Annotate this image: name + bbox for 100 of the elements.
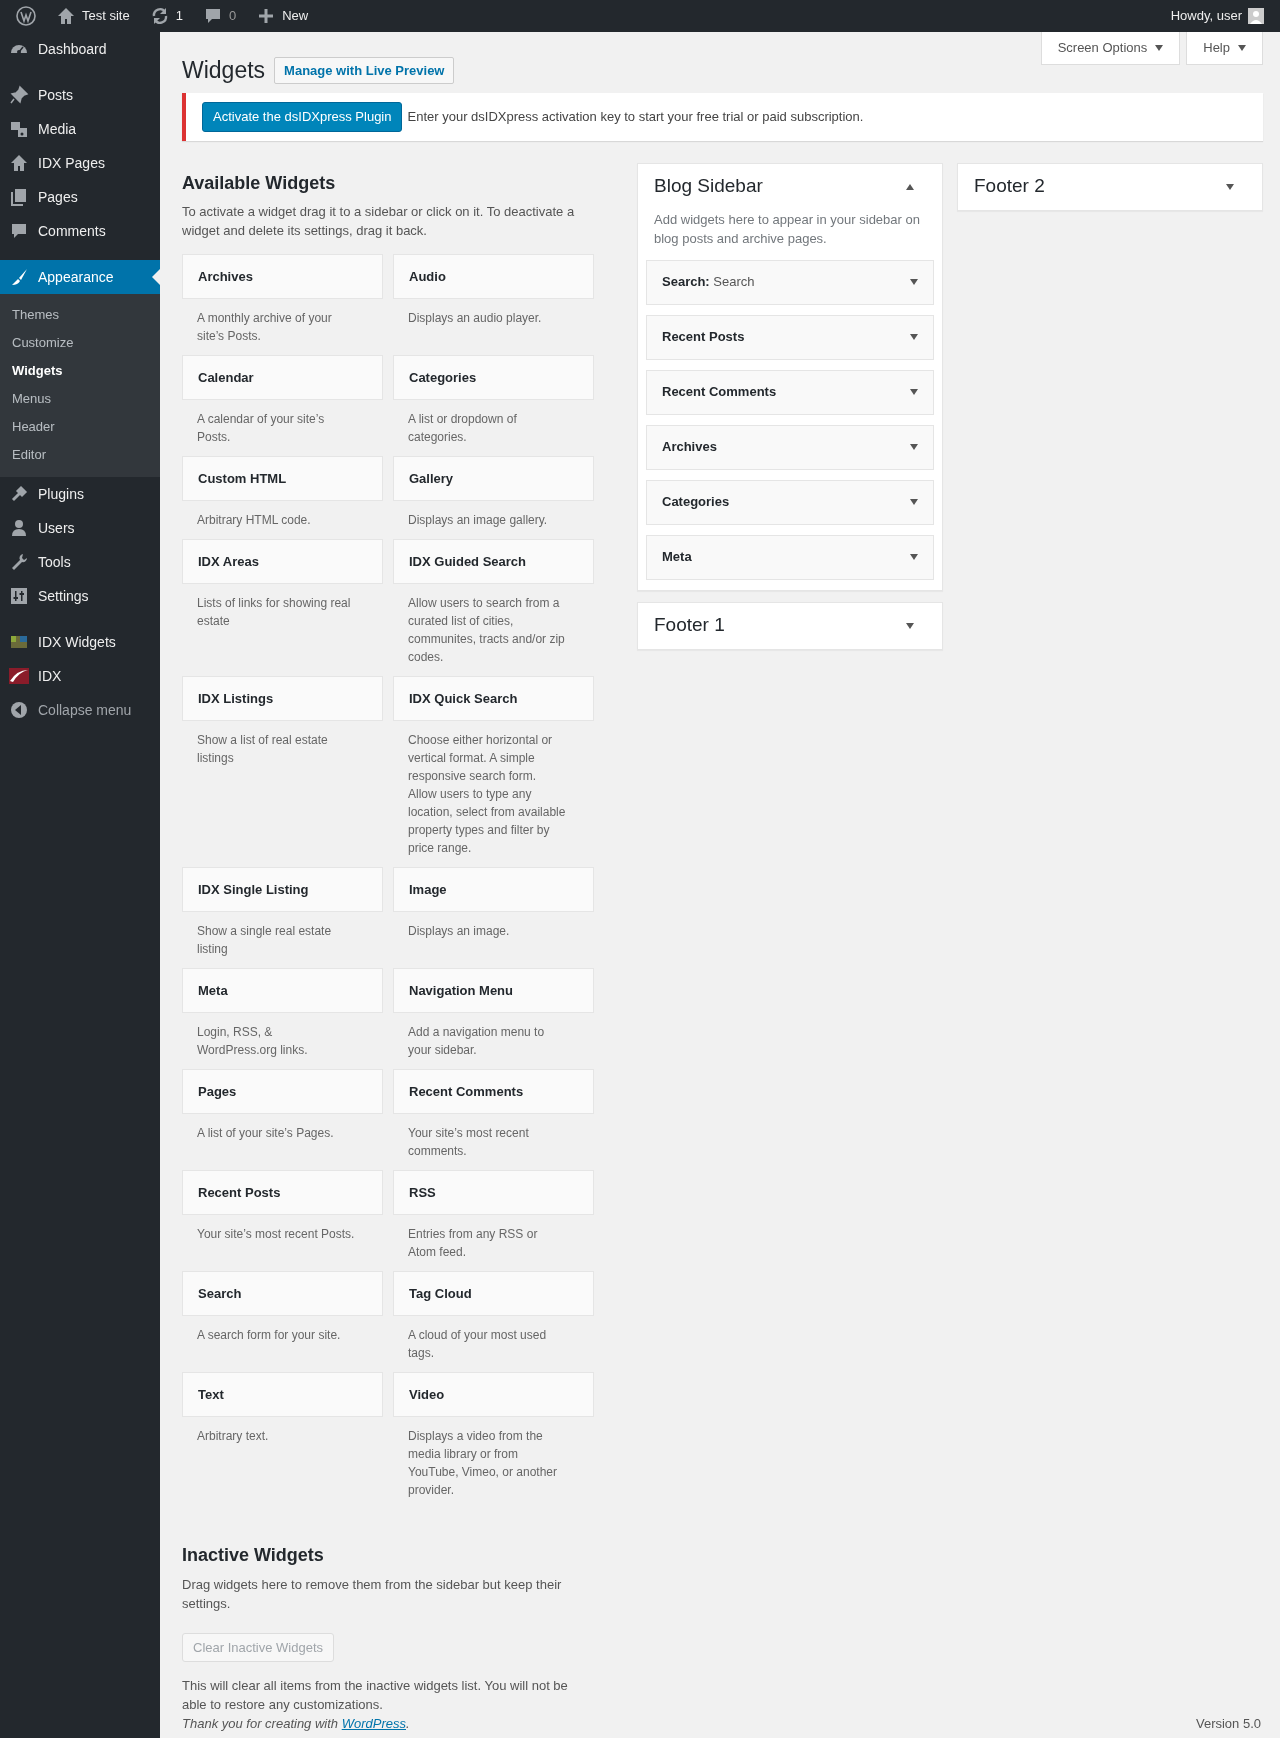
widget-title-bar[interactable]: Calendar xyxy=(182,355,383,401)
menu-item[interactable]: IDX xyxy=(0,659,160,693)
sidebar-widget[interactable]: Meta xyxy=(646,534,934,580)
menu-item[interactable]: Settings xyxy=(0,579,160,613)
home-icon xyxy=(9,153,29,173)
comment-icon xyxy=(9,221,29,241)
widget-description: Arbitrary text. xyxy=(196,1428,270,1446)
sidebar-widget-title[interactable]: Categories xyxy=(662,492,730,512)
site-name-link[interactable]: Test site xyxy=(82,6,130,26)
expand-arrow-icon[interactable] xyxy=(1226,183,1234,190)
caret-icon xyxy=(1238,44,1246,51)
widget-description: A cloud of your most used tags. xyxy=(407,1327,548,1363)
widget-title-bar[interactable]: IDX Areas xyxy=(182,539,383,585)
menu-item[interactable]: Media xyxy=(0,112,160,146)
comment-count[interactable]: 0 xyxy=(228,6,237,26)
submenu-item[interactable]: Widgets xyxy=(0,357,160,385)
expand-arrow-icon[interactable] xyxy=(910,279,918,286)
sidebar-title[interactable]: Blog Sidebar xyxy=(654,175,763,198)
menu-item[interactable]: Pages xyxy=(0,180,160,214)
expand-arrow-icon[interactable] xyxy=(910,444,918,451)
expand-arrow-icon[interactable] xyxy=(910,334,918,341)
widget-title-bar[interactable]: IDX Single Listing xyxy=(182,867,383,913)
widget-description: Lists of links for showing real estate xyxy=(196,595,352,631)
widget-title-bar[interactable]: Categories xyxy=(393,355,594,401)
submenu-item[interactable]: Header xyxy=(0,413,160,441)
collapse-menu-button[interactable]: Collapse menu xyxy=(0,693,160,727)
submenu-item[interactable]: Themes xyxy=(0,301,160,329)
widget-title-bar[interactable]: IDX Listings xyxy=(182,676,383,722)
widget-title-bar[interactable]: Custom HTML xyxy=(182,456,383,502)
sidebar-widget[interactable]: Archives xyxy=(646,424,934,470)
submenu-item[interactable]: Customize xyxy=(0,329,160,357)
sidebar-widget-title[interactable]: Meta xyxy=(662,547,692,567)
new-link[interactable]: New xyxy=(282,6,309,26)
version-text: Version 5.0 xyxy=(1195,1715,1261,1734)
section-heading: Inactive Widgets xyxy=(182,1545,325,1567)
widget-description: Allow users to search from a curated list of cities, communites, tracts and/or zip codes. xyxy=(407,595,566,667)
widget-title-bar[interactable]: RSS xyxy=(393,1170,594,1216)
widget-description: A search form for your site. xyxy=(196,1327,342,1345)
collapse-arrow-icon[interactable] xyxy=(906,183,914,190)
sidebar-widget-title[interactable]: Recent Posts xyxy=(662,327,745,347)
widget-title-bar[interactable]: Video xyxy=(393,1372,594,1418)
sidebar-widget[interactable]: Search: Search xyxy=(646,259,934,305)
menu-item[interactable]: Appearance xyxy=(0,260,160,294)
screen-tab-button[interactable]: Screen Options xyxy=(1040,32,1181,65)
sidebar-title[interactable]: Footer 2 xyxy=(974,175,1045,198)
widget-title-bar[interactable]: Recent Posts xyxy=(182,1170,383,1216)
sidebar-widget[interactable]: Recent Posts xyxy=(646,314,934,360)
menu-item[interactable]: Tools xyxy=(0,545,160,579)
widget-description: Entries from any RSS or Atom feed. xyxy=(407,1226,539,1262)
widget-description: Displays an audio player. xyxy=(407,310,543,328)
menu-item[interactable]: Posts xyxy=(0,78,160,112)
notice-text: Enter your dsIDXpress activation key to start your free trial or paid subscription. xyxy=(407,108,864,127)
widget-description: Displays an image gallery. xyxy=(407,512,549,530)
pin-icon xyxy=(9,85,29,105)
pages-icon xyxy=(9,187,29,207)
expand-arrow-icon[interactable] xyxy=(910,499,918,506)
account-link[interactable]: Howdy, user xyxy=(1170,6,1242,26)
menu-item[interactable]: Comments xyxy=(0,214,160,248)
widget-title-bar[interactable]: Tag Cloud xyxy=(393,1271,594,1317)
menu-item[interactable]: IDX Pages xyxy=(0,146,160,180)
section-description: To activate a widget drag it to a sidebar or click on it. To deactivate a widget and delete its settings, drag it back. xyxy=(182,203,576,241)
sidebar-widget-title[interactable]: Search: Search xyxy=(662,272,755,292)
activate-plugin-button[interactable]: Activate the dsIDXpress Plugin xyxy=(202,102,403,132)
wordpress-link[interactable]: WordPress xyxy=(341,1716,406,1732)
widget-title-bar[interactable]: Gallery xyxy=(393,456,594,502)
avatar-icon xyxy=(1248,8,1264,24)
live-preview-button[interactable]: Manage with Live Preview xyxy=(274,56,455,85)
sidebar-widget[interactable]: Recent Comments xyxy=(646,369,934,415)
widget-title-bar[interactable]: Text xyxy=(182,1372,383,1418)
expand-arrow-icon[interactable] xyxy=(906,622,914,629)
menu-item[interactable]: Dashboard xyxy=(0,32,160,66)
collapse-icon xyxy=(9,700,29,720)
submenu-item[interactable]: Editor xyxy=(0,441,160,469)
widget-description: A list of your site’s Pages. xyxy=(196,1125,335,1143)
widget-title-bar[interactable]: Search xyxy=(182,1271,383,1317)
widget-title-bar[interactable]: Pages xyxy=(182,1069,383,1115)
menu-item[interactable]: Users xyxy=(0,511,160,545)
widget-title-bar[interactable]: Meta xyxy=(182,968,383,1014)
wordpress-logo-icon xyxy=(16,6,36,26)
menu-item[interactable]: Plugins xyxy=(0,477,160,511)
sliders-icon xyxy=(9,586,29,606)
widget-description: Your site’s most recent Posts. xyxy=(196,1226,356,1244)
widget-title-bar[interactable]: IDX Quick Search xyxy=(393,676,594,722)
menu-item[interactable]: IDX Widgets xyxy=(0,625,160,659)
submenu-item[interactable]: Menus xyxy=(0,385,160,413)
sidebar-widget[interactable]: Categories xyxy=(646,479,934,525)
widget-title-bar[interactable]: Image xyxy=(393,867,594,913)
widget-title-bar[interactable]: Recent Comments xyxy=(393,1069,594,1115)
sidebar-widget-title[interactable]: Recent Comments xyxy=(662,382,777,402)
widget-title-bar[interactable]: Audio xyxy=(393,254,594,300)
widget-title-bar[interactable]: Archives xyxy=(182,254,383,300)
expand-arrow-icon[interactable] xyxy=(910,389,918,396)
widget-title-bar[interactable]: IDX Guided Search xyxy=(393,539,594,585)
sidebar-title[interactable]: Footer 1 xyxy=(654,614,725,637)
screen-tab-button[interactable]: Help xyxy=(1186,32,1263,65)
section-description: Drag widgets here to remove them from the sidebar but keep their settings. xyxy=(182,1575,563,1613)
widget-title-bar[interactable]: Navigation Menu xyxy=(393,968,594,1014)
expand-arrow-icon[interactable] xyxy=(910,554,918,561)
update-count[interactable]: 1 xyxy=(175,6,183,26)
sidebar-widget-title[interactable]: Archives xyxy=(662,437,717,457)
